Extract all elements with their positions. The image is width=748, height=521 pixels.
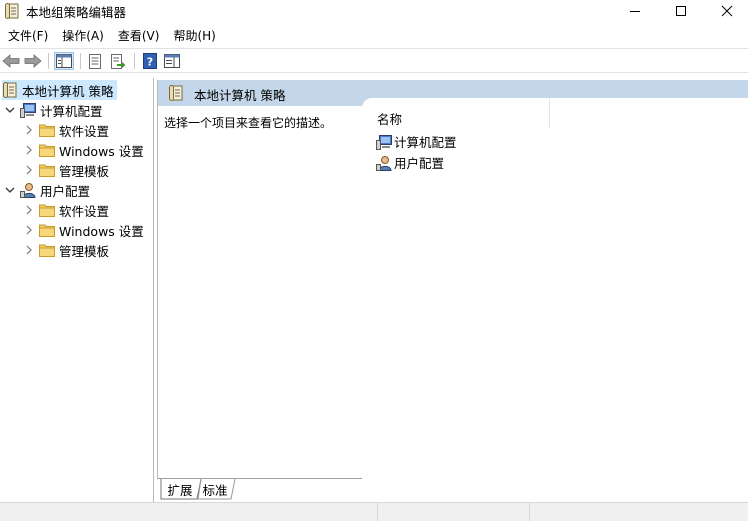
toolbar-separator bbox=[48, 53, 49, 69]
tree-root-label: 本地计算机 策略 bbox=[22, 83, 114, 99]
list-item-computer-config[interactable]: 计算机配置 bbox=[376, 132, 457, 151]
column-header-label: 名称 bbox=[377, 112, 403, 127]
column-header-name[interactable]: 名称 bbox=[362, 98, 550, 128]
folder-icon bbox=[39, 142, 55, 158]
tree-item-user-config[interactable]: 用户配置 bbox=[3, 180, 90, 200]
minimize-button[interactable] bbox=[612, 0, 658, 22]
maximize-button[interactable] bbox=[658, 0, 704, 22]
policy-document-icon bbox=[169, 85, 185, 101]
back-arrow-icon bbox=[2, 54, 20, 68]
folder-icon bbox=[39, 222, 55, 238]
tree-item-user-windows-settings[interactable]: Windows 设置 bbox=[22, 220, 144, 240]
minimize-icon bbox=[630, 11, 640, 12]
folder-icon bbox=[39, 242, 55, 258]
show-hide-console-tree-button[interactable] bbox=[54, 52, 74, 70]
console-tree: 本地计算机 策略 计算机配置 软件设置 Windows 设置 管理模板 用户配置… bbox=[0, 78, 154, 503]
svg-text:?: ? bbox=[147, 56, 153, 69]
tab-extended[interactable]: 扩展 bbox=[163, 479, 197, 499]
back-button[interactable] bbox=[1, 52, 21, 70]
tree-item-user-software-settings[interactable]: 软件设置 bbox=[22, 200, 109, 220]
toolbar: ? bbox=[0, 48, 748, 73]
tree-root-local-computer-policy[interactable]: 本地计算机 策略 bbox=[2, 80, 118, 100]
description-text: 选择一个项目来查看它的描述。 bbox=[164, 116, 333, 130]
tree-item-computer-software-settings[interactable]: 软件设置 bbox=[22, 120, 109, 140]
properties-button[interactable] bbox=[85, 52, 105, 70]
menu-help[interactable]: 帮助(H) bbox=[165, 26, 221, 46]
tree-item-computer-config[interactable]: 计算机配置 bbox=[3, 100, 103, 120]
list-item-label: 用户配置 bbox=[394, 156, 445, 171]
export-list-button[interactable] bbox=[108, 52, 128, 70]
chevron-right-icon[interactable] bbox=[22, 123, 36, 137]
folder-icon bbox=[39, 122, 55, 138]
details-pane: 本地计算机 策略 选择一个项目来查看它的描述。 名称 计算机配置 用户配置 bbox=[157, 80, 748, 479]
tree-item-label: 管理模板 bbox=[59, 163, 110, 179]
tab-extended-label: 扩展 bbox=[167, 482, 193, 498]
list-item-label: 计算机配置 bbox=[394, 135, 457, 150]
chevron-right-icon[interactable] bbox=[22, 223, 36, 237]
export-list-icon bbox=[111, 53, 126, 69]
show-hide-action-pane-button[interactable] bbox=[162, 52, 182, 70]
show-hide-console-tree-icon bbox=[56, 54, 72, 68]
list-item-user-config[interactable]: 用户配置 bbox=[376, 153, 444, 172]
tree-item-label: 软件设置 bbox=[59, 203, 110, 219]
view-tabs: 扩展 标准 bbox=[157, 479, 748, 501]
close-button[interactable] bbox=[704, 0, 748, 22]
menu-file[interactable]: 文件(F) bbox=[0, 26, 54, 46]
properties-icon bbox=[89, 53, 101, 69]
help-button[interactable]: ? bbox=[140, 52, 160, 70]
chevron-down-icon[interactable] bbox=[3, 183, 17, 197]
tree-item-label: 管理模板 bbox=[59, 243, 110, 259]
chevron-right-icon[interactable] bbox=[22, 243, 36, 257]
close-icon bbox=[721, 5, 733, 17]
computer-icon bbox=[376, 134, 392, 150]
menu-view[interactable]: 查看(V) bbox=[110, 26, 166, 46]
chevron-right-icon[interactable] bbox=[22, 163, 36, 177]
details-header-title: 本地计算机 策略 bbox=[194, 88, 286, 103]
chevron-right-icon[interactable] bbox=[22, 203, 36, 217]
folder-icon bbox=[39, 202, 55, 218]
items-list: 名称 计算机配置 用户配置 bbox=[362, 98, 748, 479]
policy-document-icon bbox=[5, 3, 19, 19]
toolbar-separator bbox=[80, 53, 81, 69]
toolbar-separator bbox=[134, 53, 135, 69]
status-bar bbox=[0, 502, 748, 521]
tree-item-label: 计算机配置 bbox=[40, 103, 103, 119]
tree-item-label: 用户配置 bbox=[40, 183, 91, 199]
maximize-icon bbox=[676, 6, 686, 16]
tree-item-label: Windows 设置 bbox=[59, 143, 144, 159]
tree-item-user-admin-templates[interactable]: 管理模板 bbox=[22, 240, 109, 260]
chevron-down-icon[interactable] bbox=[3, 103, 17, 117]
tab-standard[interactable]: 标准 bbox=[199, 479, 231, 499]
status-cell bbox=[529, 503, 748, 521]
chevron-right-icon[interactable] bbox=[22, 143, 36, 157]
window-title: 本地组策略编辑器 bbox=[26, 5, 127, 20]
tree-item-label: Windows 设置 bbox=[59, 223, 144, 239]
forward-button[interactable] bbox=[23, 52, 43, 70]
folder-icon bbox=[39, 162, 55, 178]
tree-item-computer-windows-settings[interactable]: Windows 设置 bbox=[22, 140, 144, 160]
title-bar: 本地组策略编辑器 bbox=[0, 0, 748, 22]
help-icon: ? bbox=[143, 53, 157, 69]
user-icon bbox=[376, 155, 392, 171]
policy-document-icon bbox=[2, 82, 18, 98]
tree-item-label: 软件设置 bbox=[59, 123, 110, 139]
menu-action[interactable]: 操作(A) bbox=[54, 26, 110, 46]
status-cell bbox=[377, 503, 529, 521]
computer-icon bbox=[20, 102, 36, 118]
forward-arrow-icon bbox=[24, 54, 42, 68]
tree-item-computer-admin-templates[interactable]: 管理模板 bbox=[22, 160, 109, 180]
tab-standard-label: 标准 bbox=[202, 482, 228, 498]
user-icon bbox=[20, 182, 36, 198]
show-hide-action-pane-icon bbox=[164, 54, 180, 68]
menu-bar: 文件(F) 操作(A) 查看(V) 帮助(H) bbox=[0, 26, 748, 46]
